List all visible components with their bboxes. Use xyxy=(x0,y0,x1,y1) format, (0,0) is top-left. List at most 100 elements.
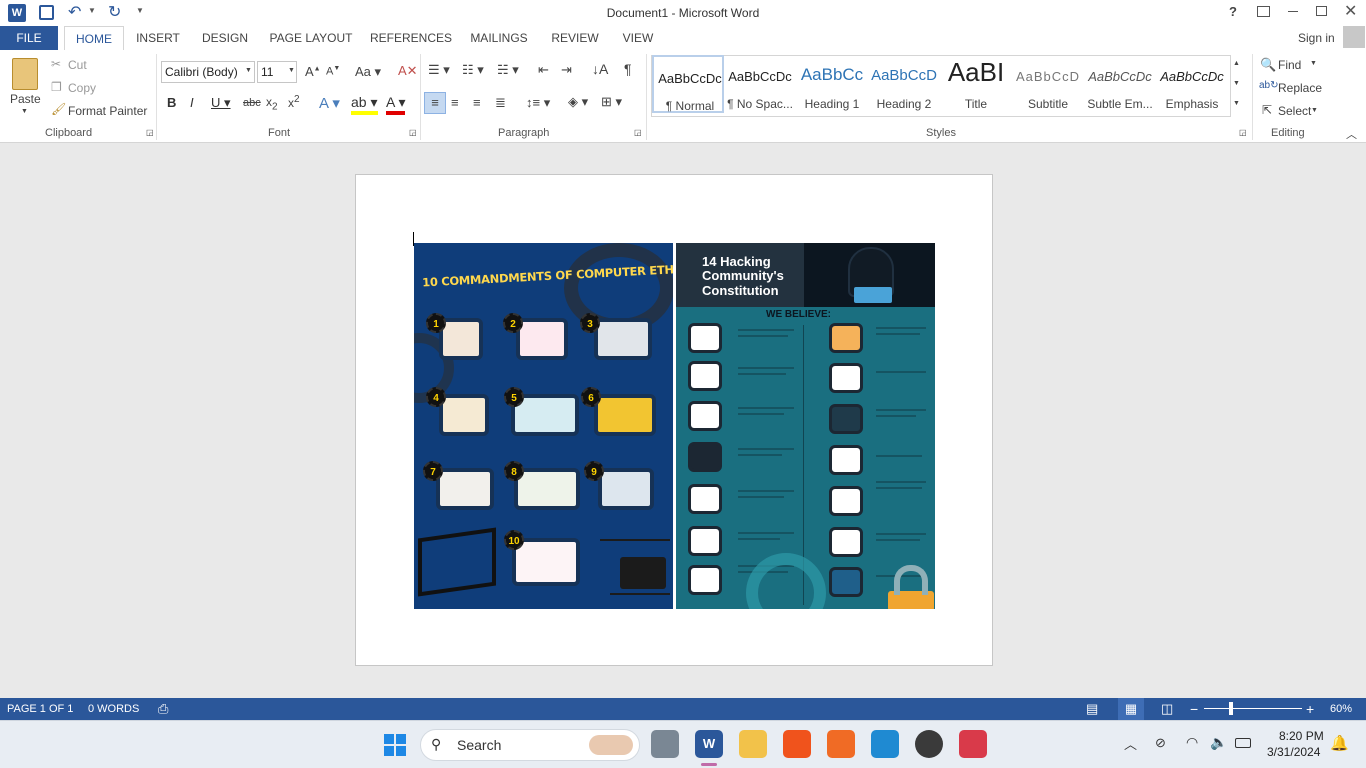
volume-icon[interactable]: 🔈 xyxy=(1210,734,1227,751)
clock-time[interactable]: 8:20 PM xyxy=(1279,729,1324,743)
font-size-dropdown-icon[interactable]: ▼ xyxy=(288,67,295,74)
style-heading-1[interactable]: AaBbCc Heading 1 xyxy=(796,55,868,113)
find-dropdown-icon[interactable]: ▼ xyxy=(1310,60,1317,67)
tab-home[interactable]: HOME xyxy=(64,26,124,50)
style-emphasis[interactable]: AaBbCcDc Emphasis xyxy=(1156,55,1228,113)
zoom-slider[interactable] xyxy=(1204,708,1302,709)
paste-icon[interactable] xyxy=(12,58,38,90)
align-right-icon[interactable]: ≡ xyxy=(473,95,481,110)
line-spacing-icon[interactable]: ↕≡ ▾ xyxy=(526,95,550,111)
windows-start-icon[interactable] xyxy=(384,734,406,756)
bold-icon[interactable]: B xyxy=(167,95,176,110)
find-button[interactable]: Find xyxy=(1278,58,1301,72)
computer-ethics-infographic[interactable]: 10 COMMANDMENTS OF COMPUTER ETHICS 1 2 3… xyxy=(414,243,673,609)
show-hidden-icons-icon[interactable]: ︿ xyxy=(1124,734,1137,753)
vscode-icon[interactable] xyxy=(871,730,899,758)
sign-in-link[interactable]: Sign in xyxy=(1298,31,1335,45)
strikethrough-icon[interactable]: abc xyxy=(243,97,261,109)
save-icon[interactable] xyxy=(39,5,54,20)
tab-review[interactable]: REVIEW xyxy=(549,26,601,50)
italic-icon[interactable]: I xyxy=(190,95,194,110)
hacking-constitution-infographic[interactable]: 14 Hacking Community's Constitution WE B… xyxy=(676,243,935,609)
replace-button[interactable]: Replace xyxy=(1278,81,1322,95)
subscript-icon[interactable]: x2 xyxy=(266,95,278,112)
word-count[interactable]: 0 WORDS xyxy=(88,698,139,720)
decrease-indent-icon[interactable]: ⇤ xyxy=(538,62,549,78)
style-subtle-emphasis[interactable]: AaBbCcDc Subtle Em... xyxy=(1084,55,1156,113)
clock-date[interactable]: 3/31/2024 xyxy=(1267,745,1320,759)
style-subtitle[interactable]: AaBbCcD Subtitle xyxy=(1012,55,1084,113)
camera-app-icon[interactable] xyxy=(651,730,679,758)
tab-design[interactable]: DESIGN xyxy=(198,26,252,50)
tab-view[interactable]: VIEW xyxy=(617,26,659,50)
tab-page-layout[interactable]: PAGE LAYOUT xyxy=(268,26,354,50)
style-heading-2[interactable]: AaBbCcD Heading 2 xyxy=(868,55,940,113)
clipboard-dialog-launcher-icon[interactable]: ◲ xyxy=(146,128,154,137)
network-off-icon[interactable]: ⊘ xyxy=(1155,735,1166,751)
tab-file[interactable]: FILE xyxy=(0,26,58,50)
paragraph-dialog-launcher-icon[interactable]: ◲ xyxy=(634,128,642,137)
shading-icon[interactable]: ◈ ▾ xyxy=(568,94,588,110)
file-explorer-icon[interactable] xyxy=(739,730,767,758)
font-family-select[interactable]: Calibri (Body) xyxy=(161,61,255,83)
proofing-icon[interactable]: ⎙ xyxy=(158,698,168,720)
collapse-ribbon-icon[interactable]: ︿ xyxy=(1346,126,1357,142)
paste-button[interactable]: Paste xyxy=(10,92,41,106)
numbering-icon[interactable]: ☷ ▾ xyxy=(462,62,484,78)
font-dialog-launcher-icon[interactable]: ◲ xyxy=(409,128,417,137)
xampp-icon[interactable] xyxy=(827,730,855,758)
styles-more-icon[interactable]: ▼ xyxy=(1233,100,1240,107)
word-app-icon[interactable]: W xyxy=(695,730,723,758)
web-layout-icon[interactable]: ◫ xyxy=(1161,698,1173,720)
media-player-icon[interactable] xyxy=(915,730,943,758)
show-formatting-icon[interactable]: ¶ xyxy=(624,61,632,77)
zoom-slider-thumb[interactable] xyxy=(1229,702,1233,715)
page-count[interactable]: PAGE 1 OF 1 xyxy=(7,698,73,720)
bullets-icon[interactable]: ☰ ▾ xyxy=(428,62,450,78)
read-mode-icon[interactable]: ▤ xyxy=(1086,698,1098,720)
multilevel-list-icon[interactable]: ☵ ▾ xyxy=(497,62,519,78)
styles-dialog-launcher-icon[interactable]: ◲ xyxy=(1239,128,1247,137)
increase-indent-icon[interactable]: ⇥ xyxy=(561,62,572,78)
styles-scroll-up-icon[interactable]: ▲ xyxy=(1233,60,1240,67)
style-no-spacing[interactable]: AaBbCcDc ¶ No Spac... xyxy=(724,55,796,113)
tab-references[interactable]: REFERENCES xyxy=(370,26,452,50)
undo-icon[interactable]: ↶ xyxy=(68,2,81,22)
close-icon[interactable]: ✕ xyxy=(1344,1,1357,21)
tab-mailings[interactable]: MAILINGS xyxy=(466,26,532,50)
font-color-icon[interactable]: A ▾ xyxy=(386,94,406,115)
paste-dropdown-icon[interactable]: ▼ xyxy=(21,108,28,115)
clear-formatting-icon[interactable]: A✕ xyxy=(398,63,418,79)
text-effects-icon[interactable]: A ▾ xyxy=(319,94,340,112)
ribbon-display-options-icon[interactable] xyxy=(1257,6,1270,17)
restore-icon[interactable] xyxy=(1316,6,1327,16)
align-center-icon[interactable]: ≡ xyxy=(451,95,459,110)
justify-icon[interactable]: ≣ xyxy=(495,95,506,111)
wifi-icon[interactable]: ◠ xyxy=(1186,734,1198,751)
align-left-icon[interactable]: ≡ xyxy=(424,92,446,114)
select-dropdown-icon[interactable]: ▼ xyxy=(1311,107,1318,114)
snipping-tool-icon[interactable] xyxy=(959,730,987,758)
change-case-icon[interactable]: Aa ▾ xyxy=(355,64,381,80)
borders-icon[interactable]: ⊞ ▾ xyxy=(601,94,622,110)
brave-browser-icon[interactable] xyxy=(783,730,811,758)
select-button[interactable]: Select xyxy=(1278,104,1311,118)
zoom-in-icon[interactable]: + xyxy=(1306,698,1314,720)
format-painter-button[interactable]: Format Painter xyxy=(68,104,147,118)
word-logo-icon[interactable]: W xyxy=(8,4,26,22)
style-normal[interactable]: AaBbCcDc ¶ Normal xyxy=(652,55,724,113)
customize-toolbar-icon[interactable]: ▼ xyxy=(136,6,144,15)
taskbar-search-box[interactable]: ⚲ Search xyxy=(420,729,640,761)
redo-icon[interactable]: ↻ xyxy=(108,2,121,22)
print-layout-icon[interactable]: ▦ xyxy=(1118,698,1144,720)
style-title[interactable]: AaBI Title xyxy=(940,55,1012,113)
notification-bell-icon[interactable]: 🔔 xyxy=(1330,734,1349,752)
minimize-icon[interactable] xyxy=(1288,11,1298,12)
zoom-level[interactable]: 60% xyxy=(1330,698,1352,720)
help-button[interactable]: ? xyxy=(1229,4,1237,19)
undo-dropdown-icon[interactable]: ▼ xyxy=(88,6,96,15)
zoom-out-icon[interactable]: − xyxy=(1190,698,1198,720)
copy-button[interactable]: Copy xyxy=(68,81,96,95)
document-page[interactable]: 10 COMMANDMENTS OF COMPUTER ETHICS 1 2 3… xyxy=(355,174,993,666)
sort-icon[interactable]: ↓A xyxy=(592,61,608,77)
